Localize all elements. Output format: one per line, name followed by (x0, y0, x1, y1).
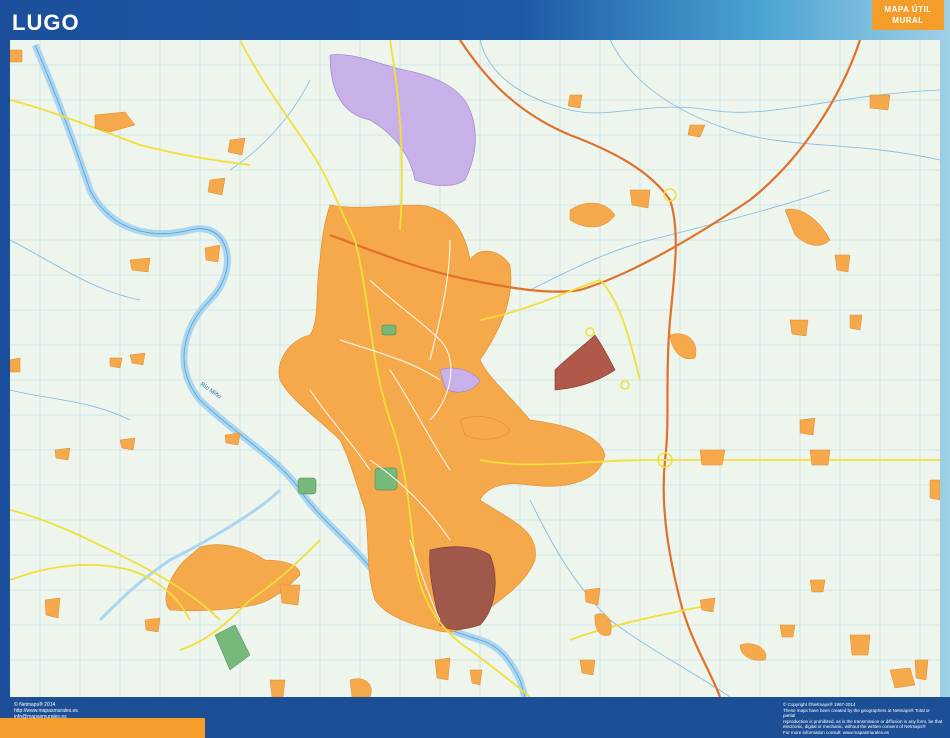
map-canvas[interactable]: Río Miño (10, 40, 940, 697)
footer-right-line: electronic, digital or mechanic, without… (783, 724, 926, 729)
footer-right-line: These maps have been created by the geog… (783, 707, 930, 719)
footer-right-line: For more information consult: www.mapasm… (783, 729, 890, 735)
brand-line-1: MAPA ÚTIL (884, 5, 932, 14)
footer-left-line[interactable]: info@mapasmurales.es (14, 714, 134, 720)
industrial-brown (554, 334, 616, 391)
footer-accent-bar (0, 718, 205, 738)
roundabouts (585, 188, 677, 468)
urban-area (165, 204, 606, 633)
map-title: LUGO (12, 10, 80, 35)
footer-credits: © Netmaps® 2014 http://www.mapasmurales.… (14, 702, 134, 720)
brand-badge: MAPA ÚTIL MURAL (872, 0, 944, 30)
footer-copyright: © Copyright ©Netmaps® 1997-2014 These ma… (783, 702, 943, 735)
map-drawing: Río Miño (10, 40, 940, 697)
brand-line-2: MURAL (892, 16, 924, 25)
historic-centre (429, 546, 496, 630)
